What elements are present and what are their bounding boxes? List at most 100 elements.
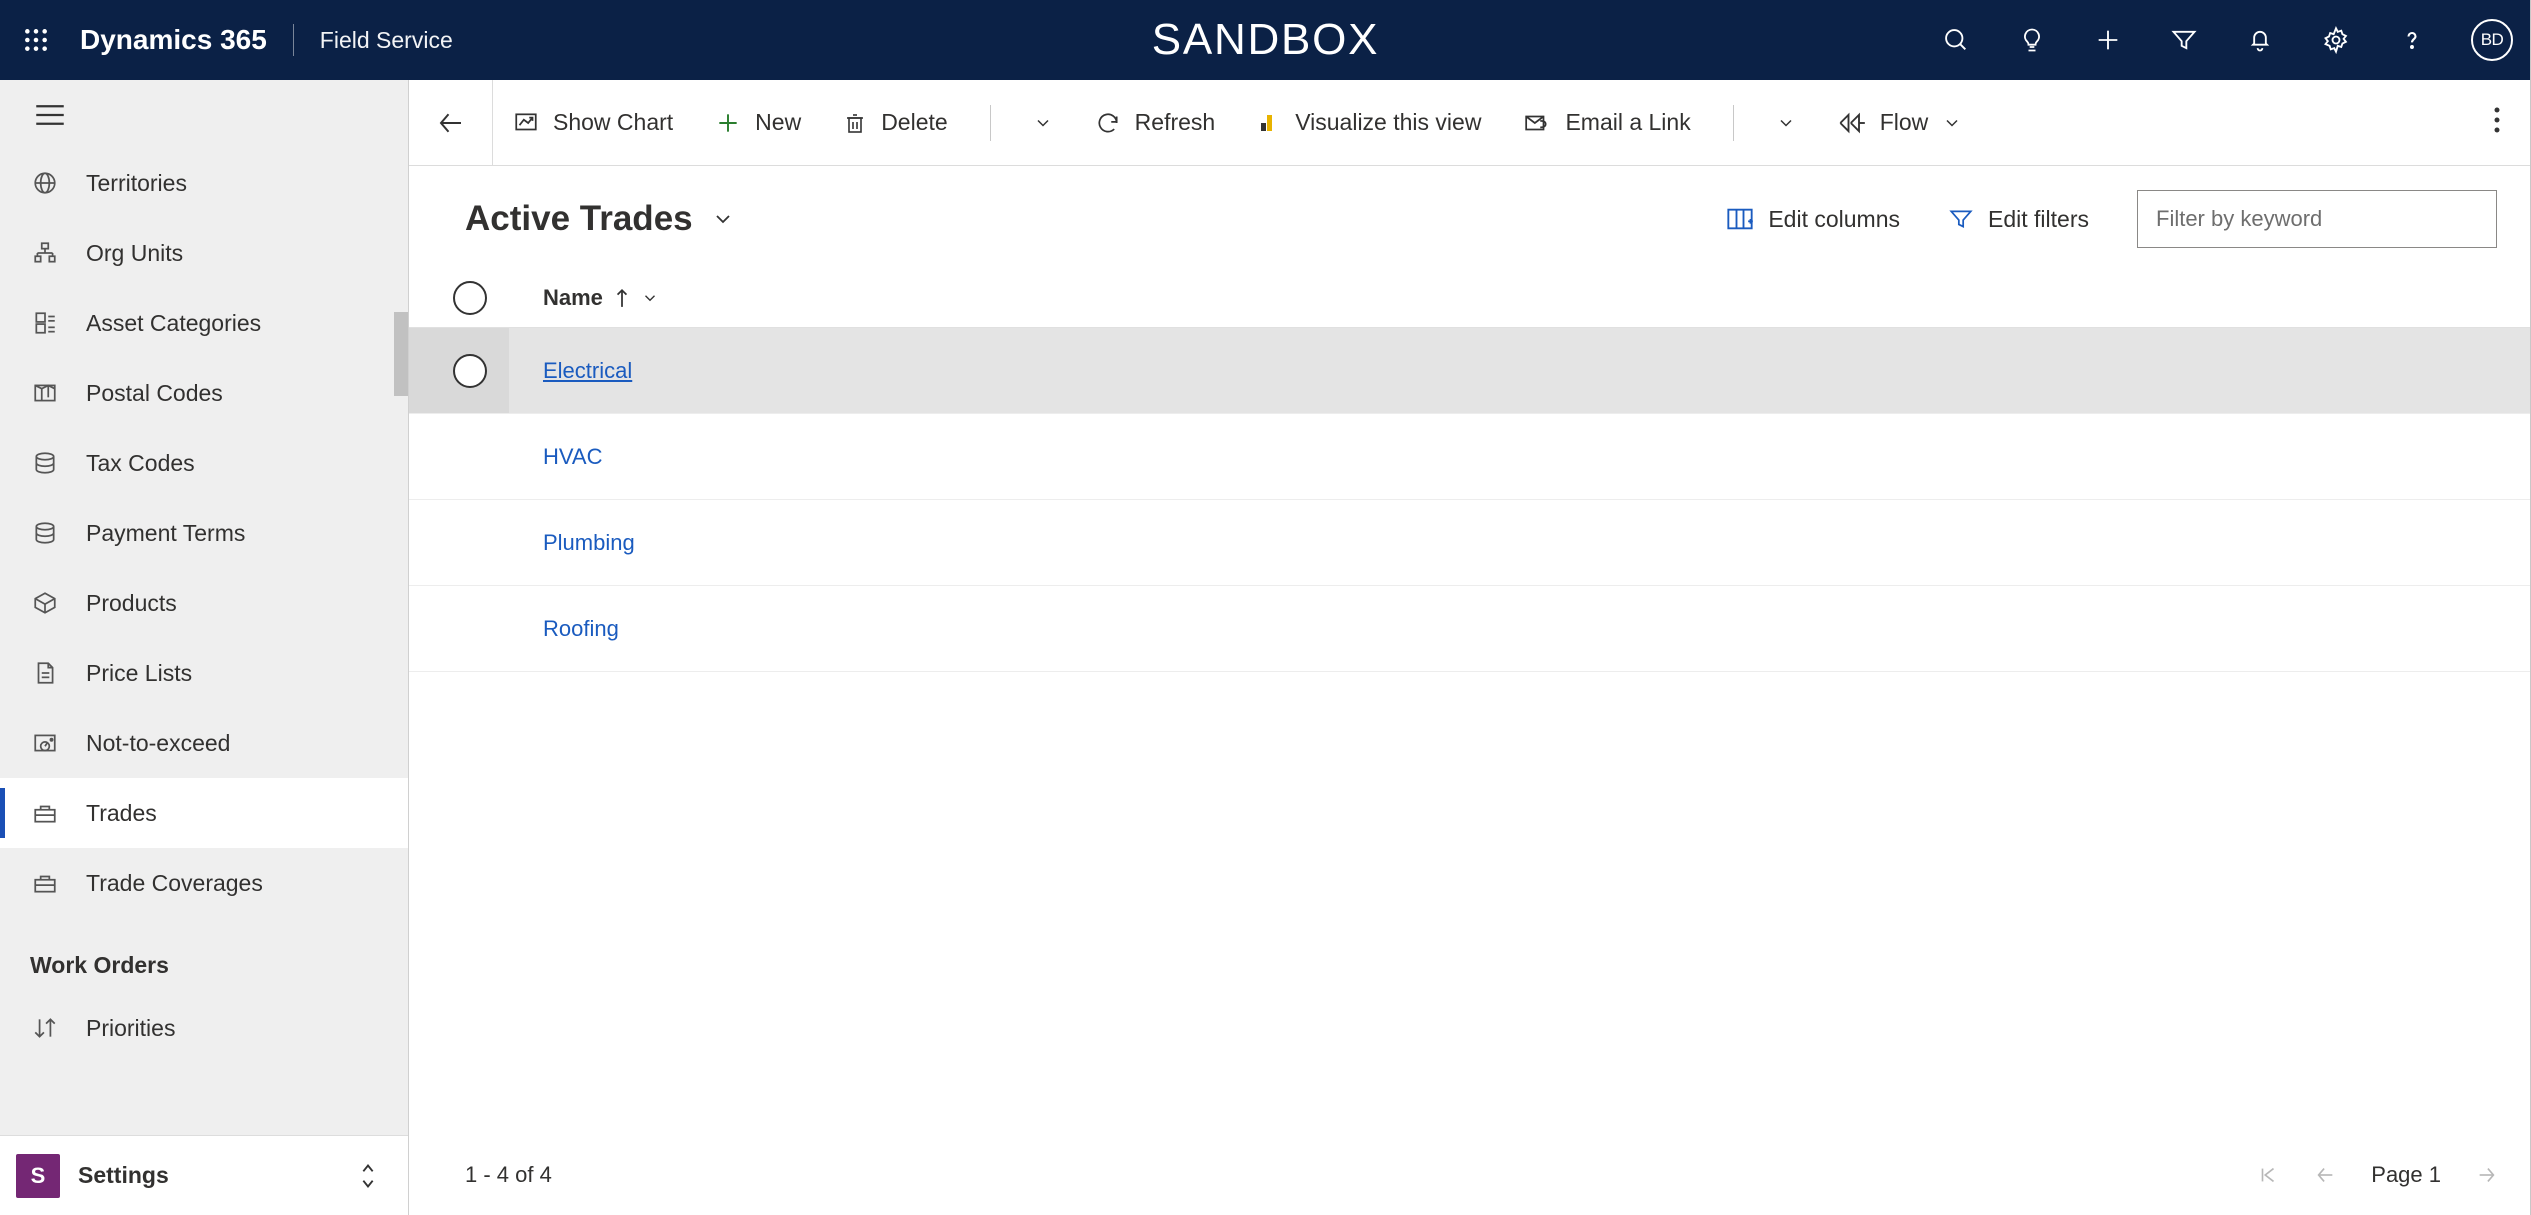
sort-asc-icon <box>615 288 629 308</box>
view-selector[interactable]: Active Trades <box>465 199 735 239</box>
cmd-email-dropdown[interactable] <box>1776 113 1796 133</box>
cell-name: Roofing <box>543 616 619 642</box>
nav-item-price-lists[interactable]: Price Lists <box>0 638 408 708</box>
grid-header: Name <box>409 268 2531 328</box>
doc-icon <box>30 660 60 686</box>
gear-icon[interactable] <box>2319 23 2353 57</box>
view-header: Active Trades Edit columns Edit filters <box>409 166 2531 268</box>
add-icon[interactable] <box>2091 23 2125 57</box>
left-nav: Territories Org Units Asset Categories Post… <box>0 80 408 1215</box>
bell-icon[interactable] <box>2243 23 2277 57</box>
record-link[interactable]: Plumbing <box>543 530 635 555</box>
cell-name: HVAC <box>543 444 603 470</box>
nav-item-not-to-exceed[interactable]: Not-to-exceed <box>0 708 408 778</box>
nav-item-label: Trades <box>86 800 157 827</box>
area-label: Settings <box>78 1162 169 1189</box>
nav-item-label: Trade Coverages <box>86 870 263 897</box>
nav-collapse-icon[interactable] <box>32 100 68 130</box>
nav-item-label: Org Units <box>86 240 183 267</box>
view-title: Active Trades <box>465 199 693 239</box>
command-bar: Show Chart New Delete Refresh <box>409 80 2531 166</box>
app-launcher-icon[interactable] <box>14 18 58 62</box>
cmd-flow[interactable]: Flow <box>1838 109 1929 136</box>
stack-icon <box>30 520 60 546</box>
nav-item-products[interactable]: Products <box>0 568 408 638</box>
edit-columns-label: Edit columns <box>1768 206 1900 233</box>
cmd-delete[interactable]: Delete <box>843 109 947 136</box>
record-link[interactable]: Roofing <box>543 616 619 641</box>
table-row[interactable]: HVAC <box>409 414 2531 500</box>
nav-item-asset-categories[interactable]: Asset Categories <box>0 288 408 358</box>
table-row[interactable]: Electrical <box>409 328 2531 414</box>
nav-item-org-units[interactable]: Org Units <box>0 218 408 288</box>
area-updown-icon[interactable] <box>354 1162 382 1190</box>
edit-columns-button[interactable]: Edit columns <box>1726 206 1900 233</box>
record-count: 1 - 4 of 4 <box>465 1162 552 1188</box>
nav-item-payment-terms[interactable]: Payment Terms <box>0 498 408 568</box>
lightbulb-icon[interactable] <box>2015 23 2049 57</box>
cmd-flow-dropdown[interactable] <box>1942 113 1962 133</box>
app-title[interactable]: Dynamics 365 <box>80 24 267 56</box>
search-icon[interactable] <box>1939 23 1973 57</box>
cmd-divider <box>990 105 991 141</box>
map-icon <box>30 380 60 406</box>
grid-footer: 1 - 4 of 4 Page 1 <box>409 1135 2531 1215</box>
pager-first-icon[interactable] <box>2257 1164 2279 1186</box>
area-switcher[interactable]: S Settings <box>0 1135 408 1215</box>
nav-item-postal-codes[interactable]: Postal Codes <box>0 358 408 428</box>
cmd-show-chart[interactable]: Show Chart <box>513 109 673 136</box>
nav-item-priorities[interactable]: Priorities <box>0 993 408 1063</box>
sidebar-scrollbar[interactable] <box>394 312 408 396</box>
nav-item-label: Tax Codes <box>86 450 195 477</box>
filter-icon[interactable] <box>2167 23 2201 57</box>
cmd-refresh[interactable]: Refresh <box>1095 109 1216 136</box>
chevron-down-icon <box>641 289 659 307</box>
record-link[interactable]: Electrical <box>543 358 632 383</box>
grid-body: Electrical HVAC Plumbing Roofing <box>409 328 2531 1135</box>
row-select-checkbox[interactable] <box>453 354 487 388</box>
section-work-orders: Work Orders <box>0 918 408 979</box>
nav-item-trade-coverages[interactable]: Trade Coverages <box>0 848 408 918</box>
cmd-email-label: Email a Link <box>1565 109 1690 136</box>
nav-item-label: Payment Terms <box>86 520 245 547</box>
cmd-new[interactable]: New <box>715 109 801 136</box>
sort-icon <box>30 1015 60 1041</box>
pager-next-icon[interactable] <box>2475 1164 2499 1186</box>
record-link[interactable]: HVAC <box>543 444 603 469</box>
cell-name: Plumbing <box>543 530 635 556</box>
table-row[interactable]: Roofing <box>409 586 2531 672</box>
module-name[interactable]: Field Service <box>320 27 453 54</box>
nav-item-label: Priorities <box>86 1015 175 1042</box>
nav-item-label: Not-to-exceed <box>86 730 230 757</box>
cmd-visualize[interactable]: Visualize this view <box>1257 109 1481 136</box>
cmd-show-chart-label: Show Chart <box>553 109 673 136</box>
toolbox-icon <box>30 800 60 826</box>
nav-item-label: Asset Categories <box>86 310 261 337</box>
global-header: Dynamics 365 Field Service SANDBOX BD <box>0 0 2531 80</box>
user-avatar[interactable]: BD <box>2471 19 2513 61</box>
edit-filters-button[interactable]: Edit filters <box>1948 206 2089 233</box>
table-row[interactable]: Plumbing <box>409 500 2531 586</box>
nav-item-territories[interactable]: Territories <box>0 148 408 218</box>
cmd-new-label: New <box>755 109 801 136</box>
nav-item-trades[interactable]: Trades <box>0 778 408 848</box>
column-header-name[interactable]: Name <box>543 285 659 311</box>
toolbox-icon <box>30 870 60 896</box>
page-label: Page 1 <box>2371 1162 2441 1188</box>
nav-item-label: Postal Codes <box>86 380 223 407</box>
select-all-checkbox[interactable] <box>453 281 487 315</box>
cmd-overflow-icon[interactable] <box>2463 105 2531 141</box>
nav-item-tax-codes[interactable]: Tax Codes <box>0 428 408 498</box>
globe-icon <box>30 170 60 196</box>
help-icon[interactable] <box>2395 23 2429 57</box>
keyword-filter[interactable] <box>2137 190 2497 248</box>
pager-prev-icon[interactable] <box>2313 1164 2337 1186</box>
keyword-filter-input[interactable] <box>2156 206 2478 232</box>
cmd-delete-dropdown[interactable] <box>1033 113 1053 133</box>
header-divider <box>293 24 294 56</box>
cmd-email[interactable]: Email a Link <box>1523 109 1690 136</box>
nav-item-label: Products <box>86 590 177 617</box>
org-icon <box>30 240 60 266</box>
back-button[interactable] <box>409 80 493 165</box>
chevron-down-icon <box>711 207 735 231</box>
